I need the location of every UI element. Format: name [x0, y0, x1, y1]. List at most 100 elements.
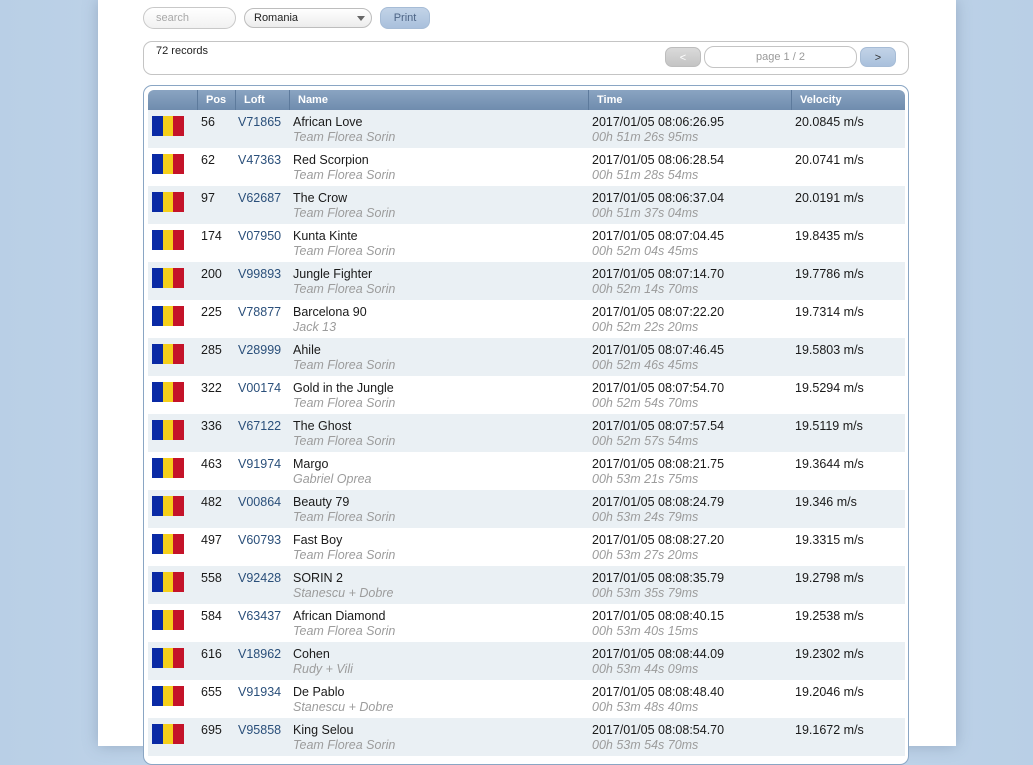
print-button[interactable]: Print	[380, 7, 430, 29]
arrival-time: 2017/01/05 08:08:40.15	[592, 609, 725, 623]
flight-duration: 00h 52m 22s 20ms	[592, 320, 699, 334]
team-name: Team Florea Sorin	[293, 244, 396, 258]
loft-cell: V78877	[238, 305, 282, 319]
column-header-pos[interactable]: Pos	[197, 90, 235, 110]
bird-name: Fast Boy	[293, 533, 343, 547]
arrival-time: 2017/01/05 08:06:26.95	[592, 115, 725, 129]
team-name: Team Florea Sorin	[293, 510, 396, 524]
romania-flag-icon	[152, 648, 185, 668]
country-select-value: Romania	[254, 12, 299, 24]
romania-flag-icon	[152, 382, 185, 402]
country-select[interactable]: Romania	[244, 8, 372, 28]
flight-duration: 00h 51m 26s 95ms	[592, 130, 699, 144]
table-row[interactable]: 463 V91974 Margo Gabriel Oprea 2017/01/05 08…	[148, 452, 905, 490]
position-cell: 200	[201, 267, 222, 281]
table-row[interactable]: 62 V47363 Red Scorpion Team Florea Sorin 201…	[148, 148, 905, 186]
arrival-time: 2017/01/05 08:06:28.54	[592, 153, 725, 167]
romania-flag-icon	[152, 458, 185, 478]
loft-cell: V60793	[238, 533, 282, 547]
team-name: Stanescu + Dobre	[293, 586, 394, 600]
table-row[interactable]: 225 V78877 Barcelona 90 Jack 13 2017/01/05 0…	[148, 300, 905, 338]
arrival-time: 2017/01/05 08:08:44.09	[592, 647, 725, 661]
flight-duration: 00h 51m 37s 04ms	[592, 206, 699, 220]
velocity-cell: 19.5803 m/s	[795, 343, 864, 357]
table-row[interactable]: 695 V95858 King Selou Team Florea Sorin 2017…	[148, 718, 905, 756]
loft-cell: V92428	[238, 571, 282, 585]
prev-page-button[interactable]: <	[665, 47, 701, 67]
position-cell: 322	[201, 381, 222, 395]
table-row[interactable]: 336 V67122 The Ghost Team Florea Sorin 2017/…	[148, 414, 905, 452]
bird-name: Ahile	[293, 343, 321, 357]
search-input[interactable]	[143, 7, 236, 29]
table-row[interactable]: 497 V60793 Fast Boy Team Florea Sorin 2017/0…	[148, 528, 905, 566]
table-row[interactable]: 97 V62687 The Crow Team Florea Sorin 2017/01…	[148, 186, 905, 224]
velocity-cell: 19.346 m/s	[795, 495, 857, 509]
column-header-velocity[interactable]: Velocity	[791, 90, 905, 110]
team-name: Team Florea Sorin	[293, 548, 396, 562]
bird-name: De Pablo	[293, 685, 345, 699]
flight-duration: 00h 53m 44s 09ms	[592, 662, 699, 676]
team-name: Team Florea Sorin	[293, 738, 396, 752]
flight-duration: 00h 53m 35s 79ms	[592, 586, 699, 600]
column-header-name[interactable]: Name	[289, 90, 588, 110]
table-row[interactable]: 584 V63437 African Diamond Team Florea Sori…	[148, 604, 905, 642]
position-cell: 174	[201, 229, 222, 243]
romania-flag-icon	[152, 344, 185, 364]
position-cell: 616	[201, 647, 222, 661]
next-page-button[interactable]: >	[860, 47, 896, 67]
table-row[interactable]: 616 V18962 Cohen Rudy + Vili 2017/01/05 08:0…	[148, 642, 905, 680]
bird-name: The Ghost	[293, 419, 352, 433]
bird-name: Cohen	[293, 647, 330, 661]
romania-flag-icon	[152, 268, 185, 288]
velocity-cell: 19.2046 m/s	[795, 685, 864, 699]
velocity-cell: 19.7786 m/s	[795, 267, 864, 281]
velocity-cell: 19.7314 m/s	[795, 305, 864, 319]
position-cell: 695	[201, 723, 222, 737]
table-row[interactable]: 200 V99893 Jungle Fighter Team Florea Sorin…	[148, 262, 905, 300]
chevron-down-icon	[357, 16, 365, 21]
loft-cell: V28999	[238, 343, 282, 357]
table-row[interactable]: 322 V00174 Gold in the Jungle Team Florea S…	[148, 376, 905, 414]
team-name: Team Florea Sorin	[293, 396, 396, 410]
team-name: Team Florea Sorin	[293, 624, 396, 638]
romania-flag-icon	[152, 154, 185, 174]
column-header-time[interactable]: Time	[588, 90, 791, 110]
table-row[interactable]: 285 V28999 Ahile Team Florea Sorin 2017/01/0…	[148, 338, 905, 376]
table-row[interactable]: 174 V07950 Kunta Kinte Team Florea Sorin 201…	[148, 224, 905, 262]
table-row[interactable]: 482 V00864 Beauty 79 Team Florea Sorin 2017/…	[148, 490, 905, 528]
table-row[interactable]: 56 V71865 African Love Team Florea Sorin 201…	[148, 110, 905, 148]
arrival-time: 2017/01/05 08:06:37.04	[592, 191, 725, 205]
velocity-cell: 19.2302 m/s	[795, 647, 864, 661]
arrival-time: 2017/01/05 08:07:46.45	[592, 343, 725, 357]
flight-duration: 00h 53m 21s 75ms	[592, 472, 699, 486]
arrival-time: 2017/01/05 08:08:24.79	[592, 495, 725, 509]
romania-flag-icon	[152, 724, 185, 744]
position-cell: 285	[201, 343, 222, 357]
flight-duration: 00h 53m 48s 40ms	[592, 700, 699, 714]
position-cell: 225	[201, 305, 222, 319]
flight-duration: 00h 52m 54s 70ms	[592, 396, 699, 410]
arrival-time: 2017/01/05 08:07:57.54	[592, 419, 725, 433]
arrival-time: 2017/01/05 08:08:48.40	[592, 685, 725, 699]
loft-cell: V95858	[238, 723, 282, 737]
table-row[interactable]: 558 V92428 SORIN 2 Stanescu + Dobre 2017/01/…	[148, 566, 905, 604]
velocity-cell: 19.5294 m/s	[795, 381, 864, 395]
position-cell: 655	[201, 685, 222, 699]
table-row[interactable]: 655 V91934 De Pablo Stanescu + Dobre 2017/01…	[148, 680, 905, 718]
column-header-loft[interactable]: Loft	[235, 90, 289, 110]
records-pager-bar: 72 records < page 1 / 2 >	[143, 41, 909, 75]
page-container: Romania Print 72 records < page 1 / 2 > …	[98, 0, 956, 765]
velocity-cell: 19.2798 m/s	[795, 571, 864, 585]
arrival-time: 2017/01/05 08:08:27.20	[592, 533, 725, 547]
flight-duration: 00h 52m 57s 54ms	[592, 434, 699, 448]
romania-flag-icon	[152, 534, 185, 554]
team-name: Rudy + Vili	[293, 662, 353, 676]
arrival-time: 2017/01/05 08:08:54.70	[592, 723, 725, 737]
arrival-time: 2017/01/05 08:08:21.75	[592, 457, 725, 471]
romania-flag-icon	[152, 572, 185, 592]
velocity-cell: 20.0845 m/s	[795, 115, 864, 129]
arrival-time: 2017/01/05 08:07:54.70	[592, 381, 725, 395]
column-header-flag	[148, 90, 197, 110]
bird-name: Kunta Kinte	[293, 229, 358, 243]
loft-cell: V62687	[238, 191, 282, 205]
